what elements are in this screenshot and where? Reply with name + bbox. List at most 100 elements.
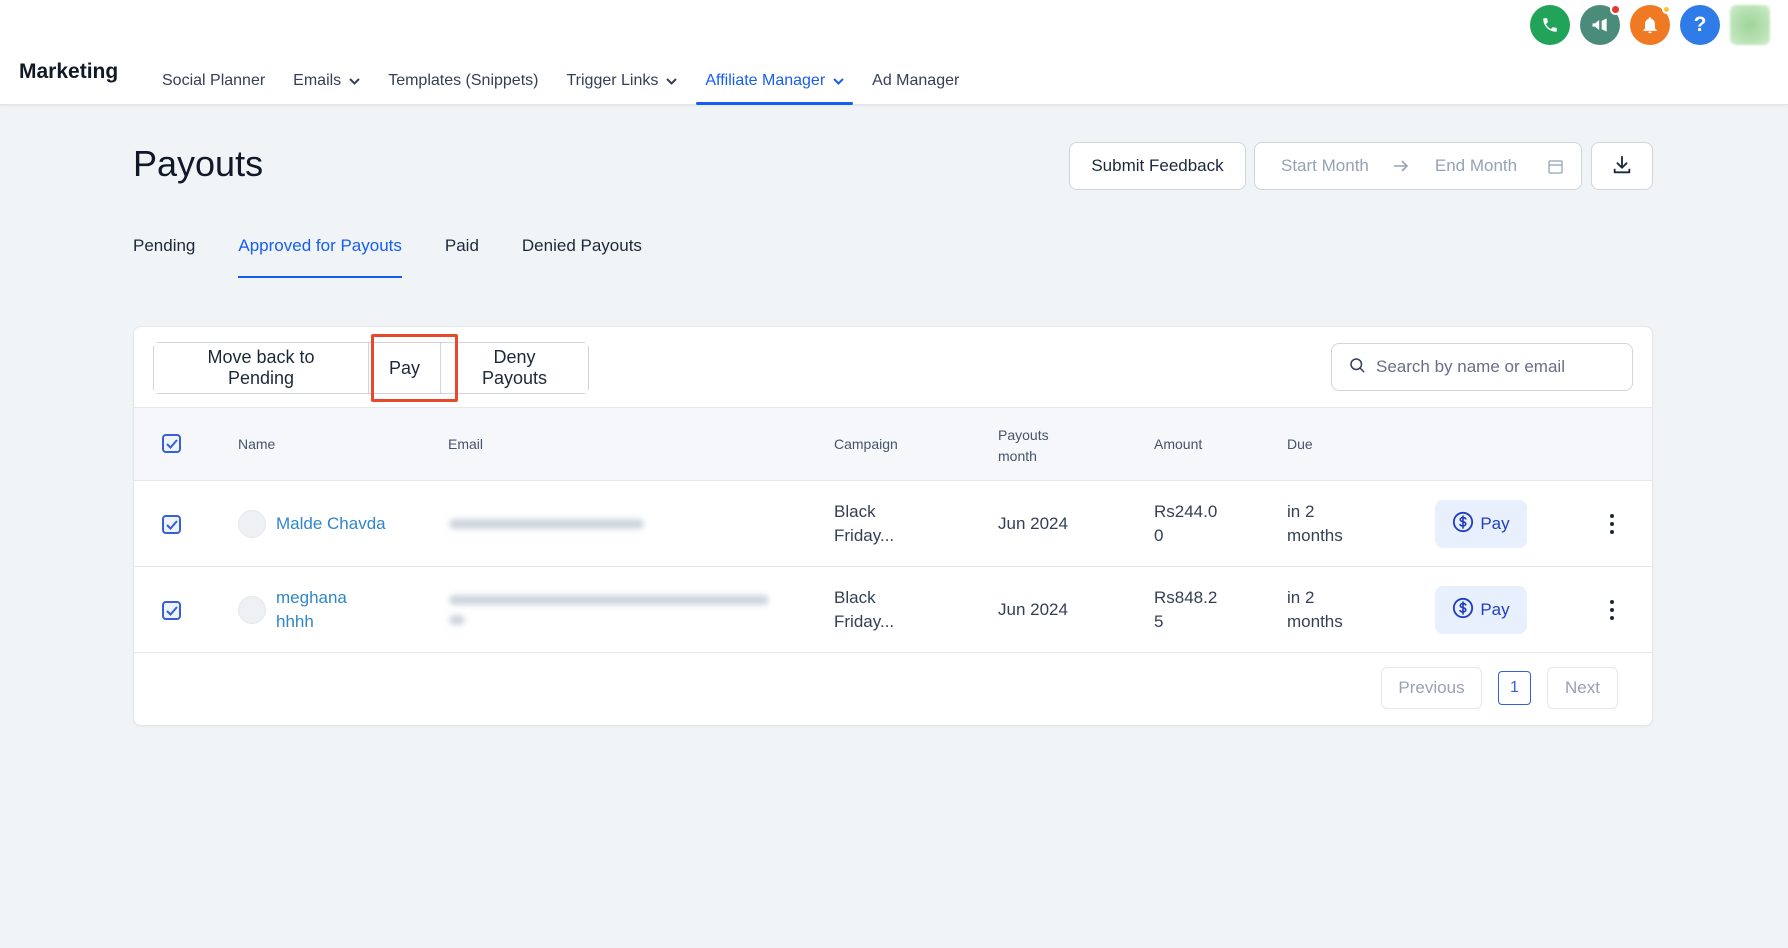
bulk-pay-button[interactable]: Pay xyxy=(369,343,441,393)
email-redacted xyxy=(449,519,644,529)
page-title: Payouts xyxy=(133,143,264,184)
current-page-number[interactable]: 1 xyxy=(1498,671,1531,705)
dollar-circle-icon xyxy=(1452,511,1474,538)
amount-line: Rs244.0 xyxy=(1154,502,1218,521)
tab-paid[interactable]: Paid xyxy=(445,236,479,278)
megaphone-icon[interactable] xyxy=(1580,4,1621,45)
bell-icon[interactable] xyxy=(1630,5,1671,45)
submit-feedback-button[interactable]: Submit Feedback xyxy=(1069,142,1246,190)
search-icon xyxy=(1348,356,1366,379)
top-icons: ? xyxy=(1530,4,1770,45)
campaign-line: Friday... xyxy=(834,526,895,545)
more-options-icon[interactable] xyxy=(1600,509,1624,539)
nav-label: Templates (Snippets) xyxy=(388,71,539,89)
download-icon xyxy=(1611,154,1633,179)
nav-label: Affiliate Manager xyxy=(705,71,826,89)
campaign-cell: Black Friday... xyxy=(834,500,894,548)
help-icon[interactable]: ? xyxy=(1680,5,1720,45)
nav-label: Emails xyxy=(293,71,342,89)
top-nav: Social Planner Emails Templates (Snippet… xyxy=(148,56,973,105)
phone-icon[interactable] xyxy=(1530,5,1570,45)
email-redacted xyxy=(449,595,769,605)
row-checkbox[interactable] xyxy=(162,515,181,534)
select-all-checkbox[interactable] xyxy=(162,434,181,453)
affiliate-name-link[interactable]: meghana hhhh xyxy=(276,586,347,634)
due-line: months xyxy=(1287,612,1343,631)
due-cell: in 2 months xyxy=(1287,500,1343,548)
deny-payouts-button[interactable]: Deny Payouts xyxy=(441,343,588,393)
row-pay-button[interactable]: Pay xyxy=(1435,500,1527,548)
nav-label: Social Planner xyxy=(162,71,266,89)
start-month-field[interactable]: Start Month xyxy=(1281,156,1369,176)
payouts-month-cell: Jun 2024 xyxy=(998,600,1068,619)
due-line: in 2 xyxy=(1287,502,1315,521)
nav-ad-manager[interactable]: Ad Manager xyxy=(858,56,973,105)
chevron-down-icon xyxy=(349,72,360,90)
search-field[interactable] xyxy=(1331,343,1633,391)
due-line: months xyxy=(1287,526,1343,545)
amount-line: 0 xyxy=(1154,526,1164,545)
nav-label: Trigger Links xyxy=(566,71,659,89)
end-month-field[interactable]: End Month xyxy=(1435,156,1517,176)
download-button[interactable] xyxy=(1591,142,1653,190)
column-header-name: Name xyxy=(238,436,276,452)
nav-trigger-links[interactable]: Trigger Links xyxy=(552,56,691,105)
bulk-actions: Move back to Pending Pay Deny Payouts xyxy=(153,342,589,394)
table-row: meghana hhhh Black Friday... Jun 2024 Rs… xyxy=(134,567,1652,653)
row-checkbox[interactable] xyxy=(162,601,181,620)
payouts-table-card: Move back to Pending Pay Deny Payouts Na… xyxy=(133,326,1653,726)
more-options-icon[interactable] xyxy=(1600,595,1624,625)
tab-pending[interactable]: Pending xyxy=(133,236,195,278)
column-header-payouts-month: Payouts month xyxy=(998,425,1049,467)
table-header: Name Email Campaign Payouts month Amount… xyxy=(134,407,1652,481)
nav-templates-snippets[interactable]: Templates (Snippets) xyxy=(374,56,552,105)
header-line: month xyxy=(998,448,1037,464)
notification-dot xyxy=(1610,4,1621,15)
name-line: meghana xyxy=(276,588,347,607)
due-cell: in 2 months xyxy=(1287,586,1343,634)
tab-denied-payouts[interactable]: Denied Payouts xyxy=(522,236,642,278)
header-line: Payouts xyxy=(998,427,1049,443)
month-range-picker[interactable]: Start Month End Month xyxy=(1254,142,1582,190)
nav-affiliate-manager[interactable]: Affiliate Manager xyxy=(691,56,858,105)
column-header-amount: Amount xyxy=(1154,436,1203,452)
due-line: in 2 xyxy=(1287,588,1315,607)
move-back-to-pending-button[interactable]: Move back to Pending xyxy=(154,343,369,393)
nav-label: Ad Manager xyxy=(872,71,960,89)
avatar xyxy=(238,596,266,624)
name-line: Malde Chavda xyxy=(276,514,386,533)
dollar-circle-icon xyxy=(1452,597,1474,624)
payouts-month-cell: Jun 2024 xyxy=(998,514,1068,533)
email-redacted xyxy=(449,615,465,625)
amount-cell: Rs848.2 5 xyxy=(1154,586,1217,634)
column-header-due: Due xyxy=(1287,436,1313,452)
user-avatar[interactable] xyxy=(1730,5,1770,45)
campaign-line: Friday... xyxy=(834,612,895,631)
tab-approved-for-payouts[interactable]: Approved for Payouts xyxy=(238,236,403,278)
search-input[interactable] xyxy=(1376,357,1616,377)
chevron-down-icon xyxy=(666,72,678,90)
column-header-campaign: Campaign xyxy=(834,436,898,452)
nav-social-planner[interactable]: Social Planner xyxy=(148,56,279,105)
previous-page-button[interactable]: Previous xyxy=(1381,667,1482,709)
calendar-icon xyxy=(1548,159,1563,174)
campaign-cell: Black Friday... xyxy=(834,586,894,634)
pay-label: Pay xyxy=(1480,514,1510,533)
notification-dot xyxy=(1662,5,1671,14)
top-bar: Marketing Social Planner Emails Template… xyxy=(0,0,1788,105)
chevron-down-icon xyxy=(833,72,844,90)
table-row: Malde Chavda Black Friday... Jun 2024 Rs… xyxy=(134,481,1652,567)
nav-emails[interactable]: Emails xyxy=(279,56,374,105)
affiliate-name-link[interactable]: Malde Chavda xyxy=(276,512,386,536)
avatar xyxy=(238,510,266,538)
row-pay-button[interactable]: Pay xyxy=(1435,586,1527,634)
campaign-line: Black xyxy=(834,588,876,607)
pay-label: Pay xyxy=(1480,600,1510,619)
name-line: hhhh xyxy=(276,612,314,631)
column-header-email: Email xyxy=(448,436,484,452)
amount-line: Rs848.2 xyxy=(1154,588,1218,607)
payout-tabs: Pending Approved for Payouts Paid Denied… xyxy=(133,236,685,278)
help-glyph: ? xyxy=(1693,13,1707,36)
next-page-button[interactable]: Next xyxy=(1547,667,1618,709)
amount-line: 5 xyxy=(1154,612,1164,631)
